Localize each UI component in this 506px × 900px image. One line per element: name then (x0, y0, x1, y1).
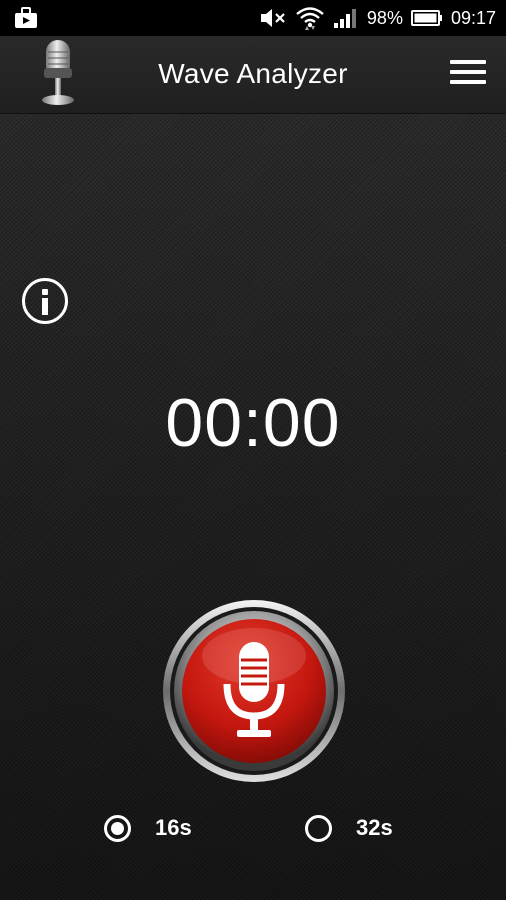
hamburger-menu-icon[interactable] (450, 60, 486, 90)
battery-icon (410, 9, 443, 27)
record-button[interactable] (161, 598, 347, 784)
duration-radio-32s[interactable]: 32s (305, 810, 393, 846)
info-icon[interactable] (22, 278, 68, 324)
app-title: Wave Analyzer (158, 58, 348, 89)
duration-label-32s: 32s (356, 815, 393, 840)
mute-icon (259, 7, 287, 29)
duration-label-16s: 16s (155, 815, 192, 840)
notification-icon (14, 7, 38, 29)
clock: 09:17 (450, 7, 496, 28)
radio-checked-icon[interactable] (104, 814, 131, 842)
wifi-icon (295, 5, 325, 31)
app-bar: Wave Analyzer (0, 36, 506, 114)
battery-percent: 98% (366, 7, 403, 28)
main-area: 00:00 16s 32s (0, 114, 506, 900)
timer-display: 00:00 (165, 385, 341, 461)
status-bar: 98% 09:17 (0, 0, 506, 36)
signal-icon (333, 7, 359, 29)
duration-radio-16s[interactable]: 16s (104, 810, 192, 846)
radio-unchecked-icon[interactable] (305, 814, 332, 842)
screen: 98% 09:17 Wave Analyzer 00:00 16s 32s (0, 0, 506, 900)
